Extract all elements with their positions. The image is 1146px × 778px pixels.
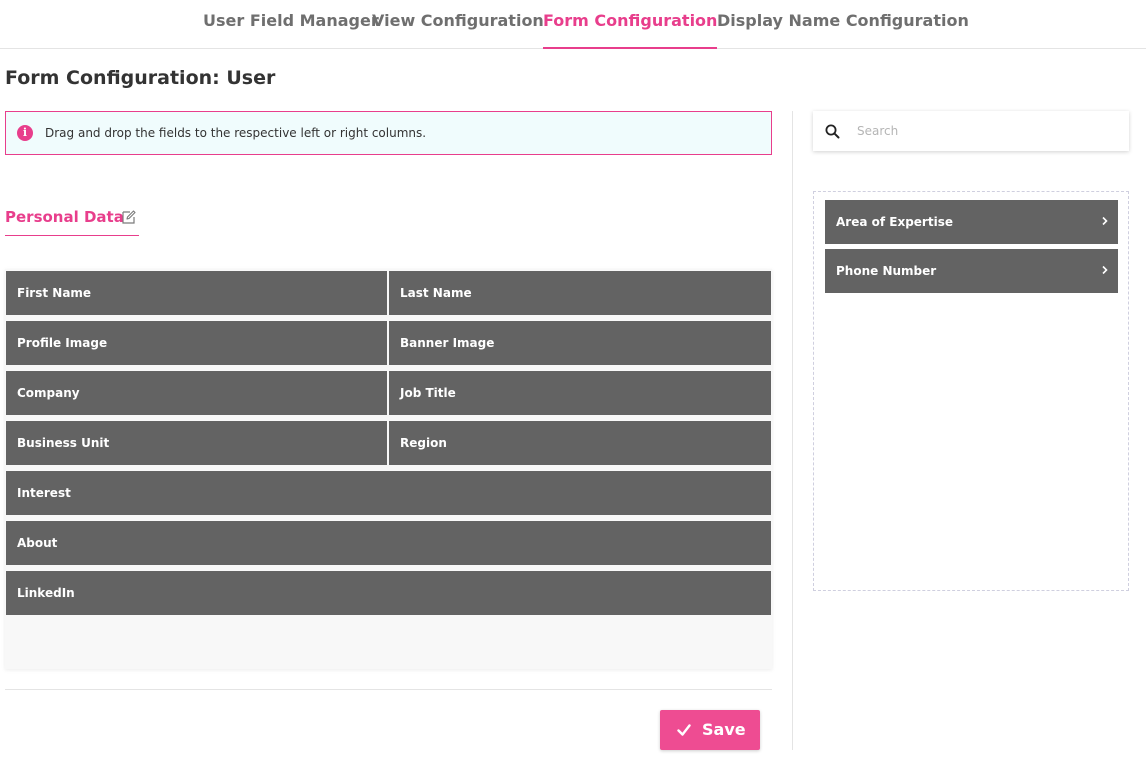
- search-input[interactable]: [857, 119, 1117, 143]
- info-banner: i Drag and drop the fields to the respec…: [5, 111, 772, 155]
- info-circle-icon: i: [17, 125, 33, 141]
- tab-view-configuration[interactable]: View Configuration: [372, 0, 544, 49]
- field-first-name[interactable]: First Name: [6, 271, 387, 315]
- check-icon: [677, 724, 691, 736]
- field-interest[interactable]: Interest: [6, 471, 771, 515]
- save-button[interactable]: Save: [660, 710, 760, 750]
- field-profile-image[interactable]: Profile Image: [6, 321, 387, 365]
- chevron-right-icon[interactable]: [1101, 265, 1109, 275]
- available-field-area-of-expertise[interactable]: Area of Expertise: [825, 200, 1118, 244]
- field-banner-image[interactable]: Banner Image: [389, 321, 771, 365]
- field-linkedin[interactable]: LinkedIn: [6, 571, 771, 615]
- field-job-title[interactable]: Job Title: [389, 371, 771, 415]
- vertical-divider: [792, 111, 793, 750]
- available-field-label: Area of Expertise: [836, 215, 953, 229]
- available-field-phone-number[interactable]: Phone Number: [825, 249, 1118, 293]
- field-business-unit[interactable]: Business Unit: [6, 421, 387, 465]
- page-title: Form Configuration: User: [5, 67, 276, 89]
- form-drop-area[interactable]: First Name Last Name Profile Image Banne…: [5, 269, 772, 669]
- search-icon: [825, 124, 840, 139]
- divider: [5, 689, 772, 690]
- save-label: Save: [702, 720, 746, 739]
- search-box[interactable]: [813, 111, 1129, 151]
- available-field-label: Phone Number: [836, 264, 937, 278]
- field-last-name[interactable]: Last Name: [389, 271, 771, 315]
- tab-form-configuration[interactable]: Form Configuration: [543, 0, 718, 49]
- info-text: Drag and drop the fields to the respecti…: [45, 126, 427, 140]
- tab-display-name-configuration[interactable]: Display Name Configuration: [717, 0, 969, 49]
- field-company[interactable]: Company: [6, 371, 387, 415]
- field-region[interactable]: Region: [389, 421, 771, 465]
- edit-icon[interactable]: [121, 209, 137, 225]
- tab-user-field-manager[interactable]: User Field Manager: [203, 0, 379, 49]
- chevron-right-icon[interactable]: [1101, 216, 1109, 226]
- available-fields-area[interactable]: Area of Expertise Phone Number: [813, 191, 1129, 591]
- field-about[interactable]: About: [6, 521, 771, 565]
- top-nav: User Field Manager View Configuration Fo…: [0, 0, 1146, 49]
- section-label: Personal Data: [5, 208, 124, 226]
- section-tab-personal-data[interactable]: Personal Data: [5, 205, 139, 236]
